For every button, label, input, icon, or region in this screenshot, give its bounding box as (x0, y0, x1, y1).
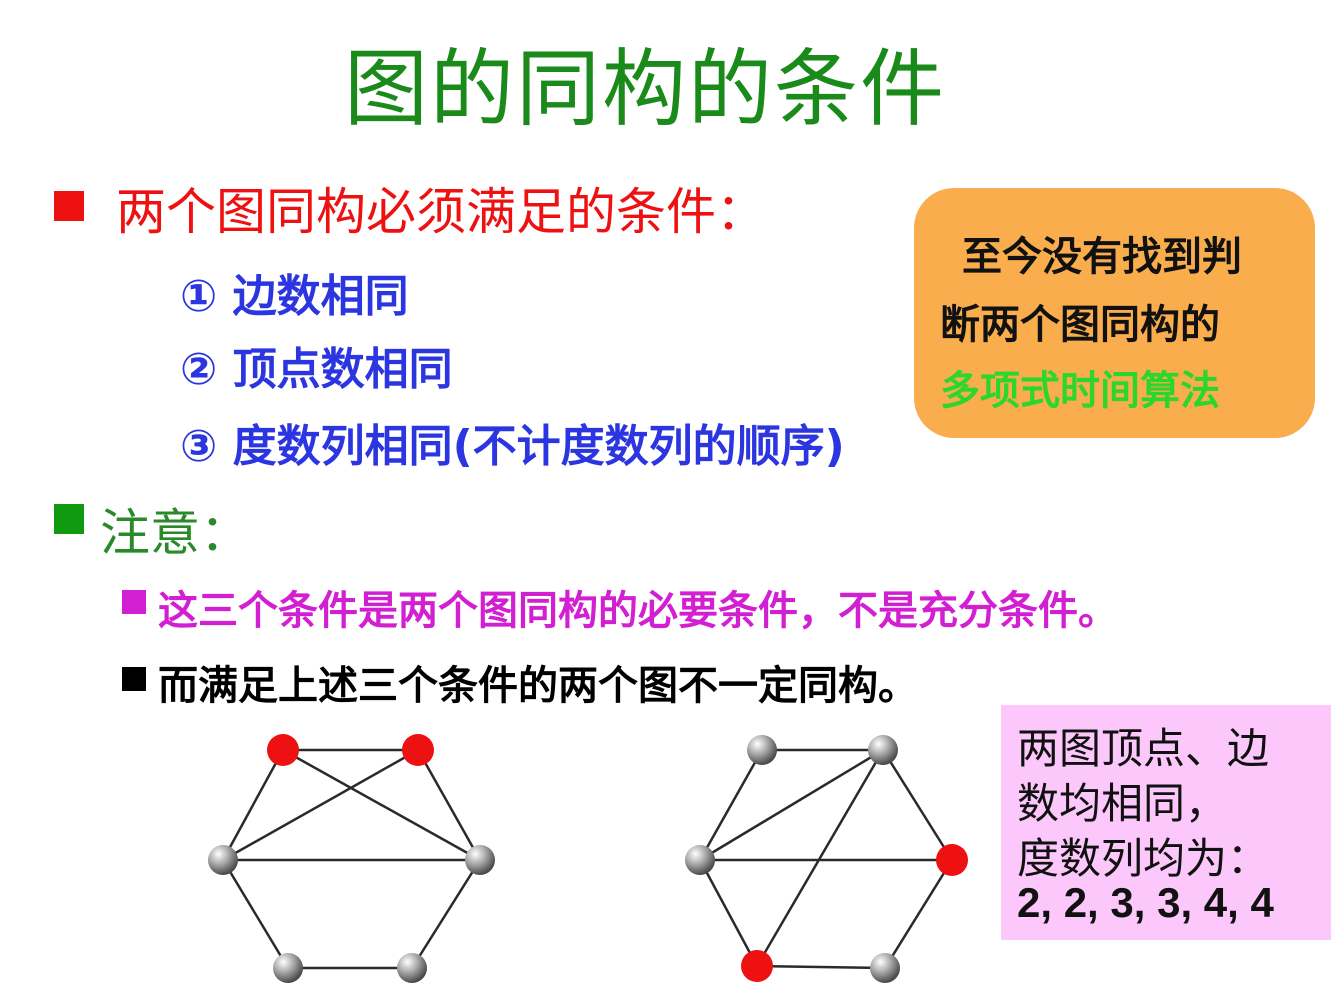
edge (881, 749, 954, 861)
vertex (273, 953, 303, 983)
vertex (747, 735, 777, 765)
vertex (208, 845, 238, 875)
graph-left-vertices (208, 734, 495, 983)
note-line: 数均相同， (1017, 779, 1228, 828)
graph-right (698, 748, 954, 970)
edge (410, 859, 482, 969)
edge (883, 859, 954, 969)
vertex (870, 953, 900, 983)
vertex (868, 735, 898, 765)
note-line: 度数列均为： (1017, 834, 1270, 883)
vertex-highlight (936, 844, 968, 876)
vertex-highlight (402, 734, 434, 766)
graph-left (221, 748, 482, 970)
degree-sequence: 2, 2, 3, 3, 4, 4 (1017, 879, 1274, 926)
edge (699, 748, 884, 862)
edge (756, 964, 886, 970)
edge (282, 748, 481, 862)
vertex (465, 845, 495, 875)
vertex (397, 953, 427, 983)
edge (755, 749, 885, 967)
vertex (685, 845, 715, 875)
degree-note-box: 两图顶点、边 数均相同， 度数列均为： 2, 2, 3, 3, 4, 4 (1001, 705, 1331, 940)
vertex-highlight (741, 950, 773, 982)
edge (221, 859, 290, 969)
edge (698, 749, 764, 861)
vertex-highlight (267, 734, 299, 766)
edge (698, 859, 759, 967)
note-line: 两图顶点、边 (1017, 724, 1270, 773)
